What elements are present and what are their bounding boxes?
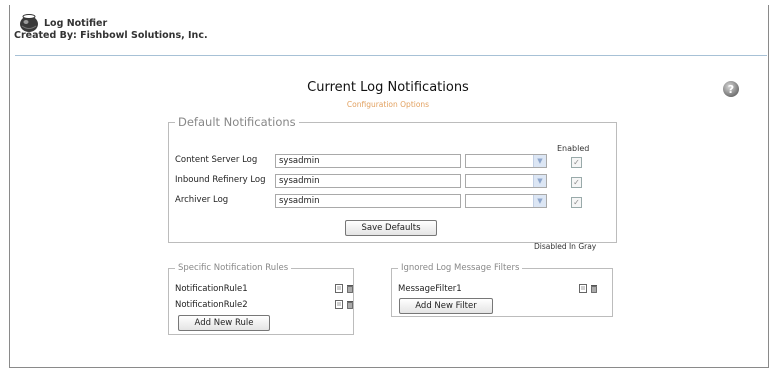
trash-icon[interactable] bbox=[590, 284, 598, 293]
message-filters-section: Ignored Log Message Filters MessageFilte… bbox=[391, 263, 613, 317]
enabled-column-header: Enabled bbox=[557, 144, 590, 153]
archiver-log-user-input[interactable] bbox=[275, 194, 461, 208]
row-label-inbound-refinery-log: Inbound Refinery Log bbox=[175, 175, 266, 185]
archiver-log-user-select[interactable]: ▼ bbox=[465, 194, 547, 208]
message-filters-legend: Ignored Log Message Filters bbox=[401, 263, 520, 273]
trash-icon[interactable] bbox=[346, 284, 354, 293]
chevron-down-icon[interactable]: ▼ bbox=[533, 195, 546, 207]
page-title: Current Log Notifications bbox=[307, 80, 469, 95]
svg-text:?: ? bbox=[728, 83, 734, 96]
inbound-refinery-log-user-input[interactable] bbox=[275, 174, 461, 188]
rule-item[interactable]: NotificationRule1 bbox=[175, 284, 248, 294]
notification-rules-section: Specific Notification Rules Notification… bbox=[168, 263, 354, 335]
trash-icon[interactable] bbox=[346, 300, 354, 309]
edit-document-icon[interactable] bbox=[335, 300, 343, 309]
disabled-in-gray-note: Disabled In Gray bbox=[534, 242, 597, 251]
edit-document-icon[interactable] bbox=[335, 284, 343, 293]
filter-item[interactable]: MessageFilter1 bbox=[398, 284, 462, 294]
help-icon[interactable]: ? bbox=[722, 80, 740, 98]
archiver-log-enabled-checkbox[interactable]: ✓ bbox=[571, 197, 582, 208]
default-notifications-legend: Default Notifications bbox=[178, 115, 296, 129]
chevron-down-icon[interactable]: ▼ bbox=[533, 175, 546, 187]
header-divider bbox=[15, 55, 767, 56]
inbound-refinery-log-user-select[interactable]: ▼ bbox=[465, 174, 547, 188]
default-notifications-section: Default Notifications Enabled Content Se… bbox=[168, 115, 617, 251]
rule-item[interactable]: NotificationRule2 bbox=[175, 300, 248, 310]
add-new-filter-button[interactable]: Add New Filter bbox=[399, 298, 493, 314]
app-title: Log Notifier bbox=[44, 18, 108, 29]
row-label-archiver-log: Archiver Log bbox=[175, 195, 229, 205]
content-server-log-user-select[interactable]: ▼ bbox=[465, 154, 547, 168]
notification-rules-legend: Specific Notification Rules bbox=[178, 263, 289, 273]
edit-document-icon[interactable] bbox=[579, 284, 587, 293]
inbound-refinery-log-enabled-checkbox[interactable]: ✓ bbox=[571, 177, 582, 188]
content-server-log-user-input[interactable] bbox=[275, 154, 461, 168]
chevron-down-icon[interactable]: ▼ bbox=[533, 155, 546, 167]
content-server-log-enabled-checkbox[interactable]: ✓ bbox=[571, 157, 582, 168]
app-credit: Created By: Fishbowl Solutions, Inc. bbox=[14, 30, 208, 41]
save-defaults-button[interactable]: Save Defaults bbox=[345, 220, 437, 236]
row-label-content-server-log: Content Server Log bbox=[175, 155, 258, 165]
configuration-options-link[interactable]: Configuration Options bbox=[0, 100, 776, 109]
add-new-rule-button[interactable]: Add New Rule bbox=[178, 315, 270, 331]
